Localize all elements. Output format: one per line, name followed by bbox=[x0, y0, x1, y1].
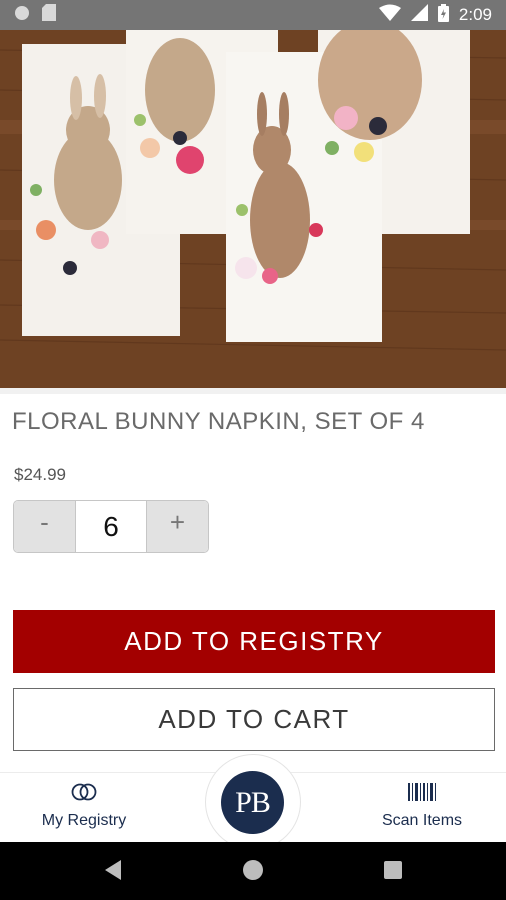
decrement-button[interactable]: - bbox=[14, 501, 75, 552]
sd-card-icon bbox=[42, 4, 56, 26]
wifi-icon bbox=[378, 4, 401, 26]
quantity-stepper: - 6 + bbox=[13, 500, 209, 553]
recents-icon[interactable] bbox=[383, 859, 403, 886]
system-navigation-bar bbox=[0, 842, 506, 900]
quantity-value[interactable]: 6 bbox=[75, 501, 147, 552]
back-icon[interactable] bbox=[103, 859, 123, 886]
add-to-cart-button[interactable]: ADD TO CART bbox=[13, 688, 495, 751]
record-icon bbox=[14, 5, 30, 26]
nav-scan-items-label: Scan Items bbox=[381, 812, 463, 829]
nav-my-registry[interactable]: My Registry bbox=[34, 783, 134, 830]
nav-my-registry-label: My Registry bbox=[41, 812, 127, 829]
product-title: FLORAL BUNNY NAPKIN, SET OF 4 bbox=[12, 408, 425, 435]
nav-scan-items[interactable]: Scan Items bbox=[372, 783, 472, 830]
status-bar: 2:09 bbox=[0, 0, 506, 30]
add-to-registry-button[interactable]: ADD TO REGISTRY bbox=[13, 610, 495, 673]
battery-icon bbox=[437, 3, 449, 27]
pb-logo-button[interactable]: PB bbox=[221, 771, 284, 834]
rings-icon bbox=[70, 783, 98, 806]
status-time: 2:09 bbox=[458, 5, 492, 24]
image-divider bbox=[0, 388, 506, 394]
increment-button[interactable]: + bbox=[147, 501, 208, 552]
home-icon[interactable] bbox=[242, 859, 264, 886]
barcode-icon bbox=[408, 783, 436, 806]
product-image bbox=[0, 30, 506, 388]
product-price: $24.99 bbox=[14, 465, 66, 484]
cell-signal-icon bbox=[410, 4, 428, 26]
